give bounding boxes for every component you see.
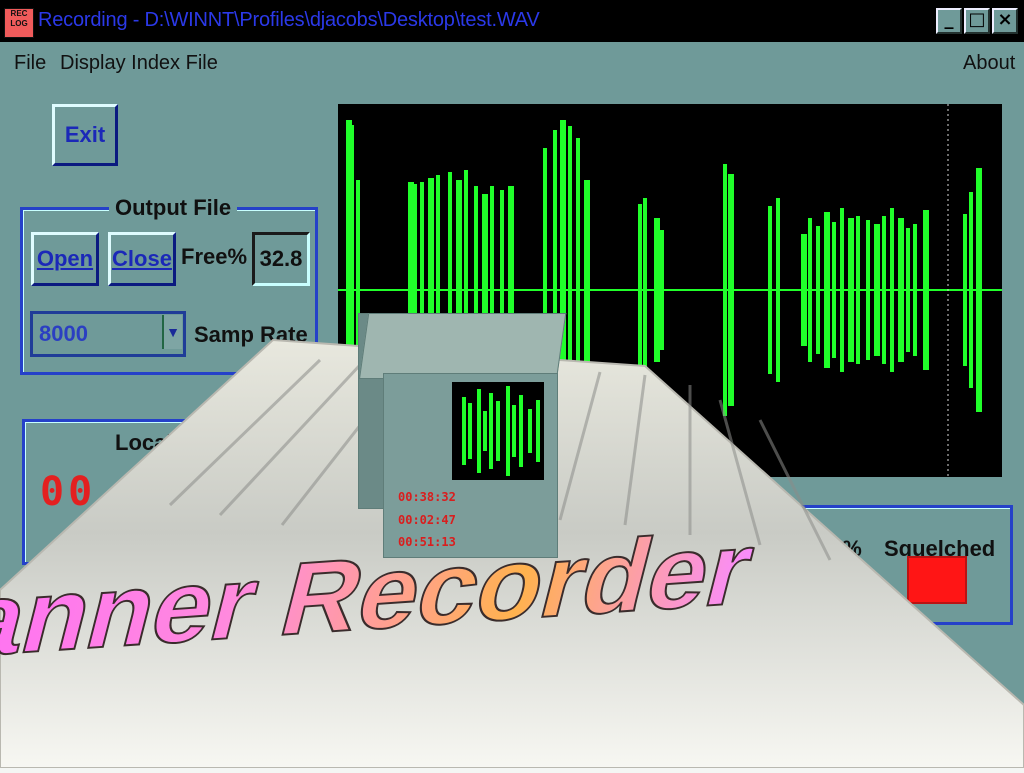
- squelch-indicator: [907, 556, 967, 604]
- recording-window: REC LOG Recording - D:\WINNT\Profiles\dj…: [0, 0, 1024, 768]
- output-file-title: Output File: [109, 195, 238, 221]
- open-button[interactable]: Open: [31, 232, 99, 286]
- title-bar[interactable]: REC LOG Recording - D:\WINNT\Profiles\dj…: [0, 0, 1024, 42]
- menu-bar: File Display Index File About: [0, 44, 1024, 84]
- local-time-display: 00: [40, 469, 97, 515]
- sample-rate-select[interactable]: 8000 ▼: [30, 311, 186, 357]
- window-title: Recording - D:\WINNT\Profiles\djacobs\De…: [38, 9, 540, 31]
- menu-display-index-file[interactable]: Display Index File: [60, 52, 218, 75]
- exit-button[interactable]: Exit: [52, 104, 118, 166]
- samp-rate-label: Samp Rate: [194, 322, 308, 347]
- menu-about[interactable]: About: [963, 52, 1015, 75]
- free-percent-value: 32.8: [252, 232, 310, 286]
- local-label: Local: [115, 430, 173, 455]
- waveform-display: [338, 104, 1002, 477]
- squelch-group: [728, 505, 1013, 625]
- close-file-button[interactable]: Close: [108, 232, 176, 286]
- sample-rate-value: 8000: [39, 321, 88, 346]
- minimize-button[interactable]: _: [936, 8, 962, 34]
- maximize-button[interactable]: □: [964, 8, 990, 34]
- menu-file[interactable]: File: [14, 52, 46, 75]
- percent-label: 0%: [830, 536, 862, 561]
- waveform-chart: [338, 104, 1002, 477]
- close-window-button[interactable]: ×: [992, 8, 1018, 34]
- recorder-app-icon: REC LOG: [4, 8, 34, 38]
- free-percent-label: Free%: [181, 244, 248, 269]
- chevron-down-icon[interactable]: ▼: [162, 315, 182, 349]
